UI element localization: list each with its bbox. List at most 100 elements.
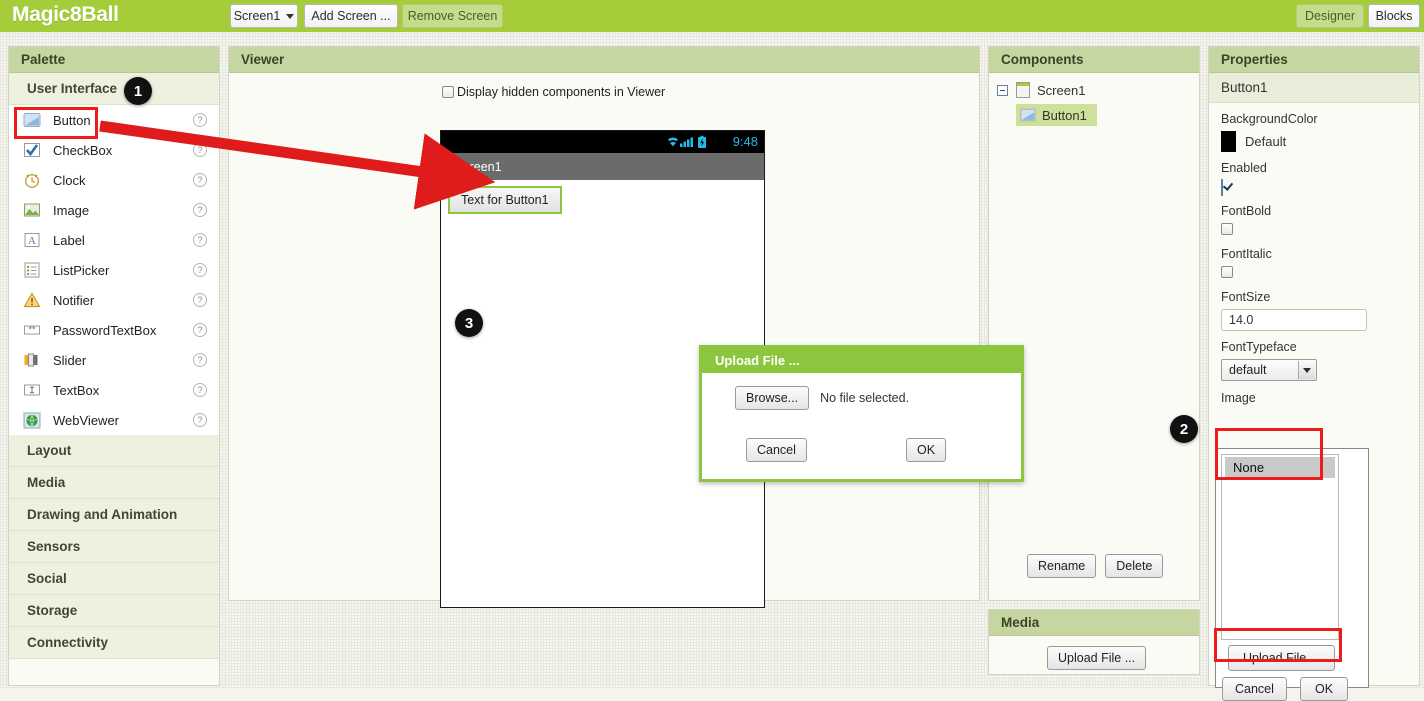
palette-item-label: Button [53, 112, 91, 128]
wifi-icon [668, 137, 678, 147]
palette-category-layout[interactable]: Layout [9, 435, 219, 467]
palette-item-textbox[interactable]: TextBox ? [9, 375, 219, 405]
fontitalic-checkbox[interactable] [1221, 266, 1233, 278]
screen-selector-button[interactable]: Screen1 [230, 4, 298, 28]
file-input-row: Browse... No file selected. [735, 386, 909, 410]
component-action-buttons: Rename Delete [1027, 554, 1164, 578]
components-title: Components [989, 47, 1199, 73]
fonttypeface-value: default [1229, 363, 1267, 377]
help-icon[interactable]: ? [193, 383, 207, 397]
palette-title: Palette [9, 47, 219, 73]
image-option-none[interactable]: None [1225, 457, 1335, 478]
remove-screen-button[interactable]: Remove Screen [402, 4, 503, 28]
blocks-tab-button[interactable]: Blocks [1368, 4, 1420, 28]
viewer-canvas: Display hidden components in Viewer 9:48… [229, 73, 1024, 608]
color-picker-row[interactable]: Default [1221, 131, 1419, 152]
image-option-list[interactable]: None [1221, 454, 1339, 640]
slider-icon [23, 351, 41, 369]
help-icon[interactable]: ? [193, 233, 207, 247]
media-upload-file-button[interactable]: Upload File ... [1047, 646, 1147, 670]
annotation-badge-3: 3 [455, 309, 483, 337]
palette-item-label: ListPicker [53, 262, 110, 278]
palette-item-clock[interactable]: Clock ? [9, 165, 219, 195]
palette-item-image[interactable]: Image ? [9, 195, 219, 225]
image-icon [23, 201, 41, 219]
property-label: Enabled [1221, 161, 1267, 175]
palette-item-label[interactable]: A Label ? [9, 225, 219, 255]
property-image: Image [1209, 381, 1419, 405]
viewer-panel: Viewer Display hidden components in View… [228, 46, 1024, 608]
help-icon[interactable]: ? [193, 173, 207, 187]
phone-status-time: 9:48 [732, 134, 758, 149]
image-picker-ok-button[interactable]: OK [1300, 677, 1349, 701]
palette-category-connectivity[interactable]: Connectivity [9, 627, 219, 659]
upload-dialog-ok-button[interactable]: OK [906, 438, 947, 462]
checkbox-box-icon [442, 86, 454, 98]
property-enabled: Enabled [1209, 152, 1419, 196]
collapse-toggle-icon[interactable] [997, 84, 1008, 96]
browse-button[interactable]: Browse... [735, 386, 810, 410]
image-picker-cancel-button[interactable]: Cancel [1222, 677, 1287, 701]
palette-category-social[interactable]: Social [9, 563, 219, 595]
listpicker-icon [23, 261, 41, 279]
help-icon[interactable]: ? [193, 143, 207, 157]
help-icon[interactable]: ? [193, 293, 207, 307]
palette-item-passwordtextbox[interactable]: ** PasswordTextBox ? [9, 315, 219, 345]
signal-icon [680, 137, 693, 147]
palette-item-webviewer[interactable]: WebViewer ? [9, 405, 219, 435]
designer-tab-button[interactable]: Designer [1296, 4, 1364, 28]
help-icon[interactable]: ? [193, 113, 207, 127]
upload-dialog-title: Upload File ... [702, 348, 1021, 373]
help-icon[interactable]: ? [193, 203, 207, 217]
viewer-title: Viewer [229, 47, 979, 73]
component-tree-row-button1[interactable]: Button1 [989, 101, 1199, 129]
palette-item-slider[interactable]: Slider ? [9, 345, 219, 375]
display-hidden-components-label: Display hidden components in Viewer [457, 85, 666, 99]
media-title: Media [989, 610, 1199, 636]
palette-item-label: Clock [53, 172, 86, 188]
palette-item-listpicker[interactable]: ListPicker ? [9, 255, 219, 285]
upload-dialog-cancel-button[interactable]: Cancel [746, 438, 807, 462]
properties-component-name: Button1 [1209, 73, 1419, 103]
component-tree-label: Button1 [1042, 107, 1087, 123]
color-swatch[interactable] [1221, 131, 1236, 152]
viewer-button1[interactable]: Text for Button1 [448, 186, 562, 214]
file-status-text: No file selected. [820, 391, 910, 405]
clock-icon [23, 171, 41, 189]
rename-button[interactable]: Rename [1027, 554, 1097, 578]
palette-item-button[interactable]: Button ? [9, 105, 219, 135]
phone-status-bar: 9:48 [441, 131, 764, 153]
delete-button[interactable]: Delete [1105, 554, 1164, 578]
fonttypeface-select[interactable]: default [1221, 359, 1317, 381]
image-picker-upload-button[interactable]: Upload File ... [1228, 645, 1336, 671]
palette-panel: Palette User Interface Button ? CheckBox… [8, 46, 220, 686]
help-icon[interactable]: ? [193, 323, 207, 337]
palette-item-checkbox[interactable]: CheckBox ? [9, 135, 219, 165]
component-tree-item-selected[interactable]: Button1 [1016, 104, 1097, 126]
properties-title: Properties [1209, 47, 1419, 73]
help-icon[interactable]: ? [193, 263, 207, 277]
property-fontbold: FontBold [1209, 195, 1419, 238]
component-tree-row-screen1[interactable]: Screen1 [989, 79, 1199, 101]
palette-item-notifier[interactable]: Notifier ? [9, 285, 219, 315]
help-icon[interactable]: ? [193, 353, 207, 367]
webviewer-icon [23, 411, 41, 429]
palette-category-user-interface[interactable]: User Interface [9, 73, 219, 105]
palette-category-media[interactable]: Media [9, 467, 219, 499]
enabled-checkbox[interactable] [1221, 179, 1223, 196]
fontsize-input[interactable]: 14.0 [1221, 309, 1367, 331]
display-hidden-components-checkbox[interactable]: Display hidden components in Viewer [442, 85, 665, 99]
palette-category-sensors[interactable]: Sensors [9, 531, 219, 563]
add-screen-button[interactable]: Add Screen ... [304, 4, 398, 28]
chevron-down-icon[interactable] [1298, 361, 1315, 379]
notifier-icon [23, 291, 41, 309]
chevron-down-icon [286, 13, 295, 19]
palette-category-storage[interactable]: Storage [9, 595, 219, 627]
phone-screen-title: Screen1 [441, 153, 764, 180]
fontbold-checkbox[interactable] [1221, 223, 1233, 235]
palette-item-label: Notifier [53, 292, 95, 308]
property-label: FontItalic [1221, 247, 1272, 261]
help-icon[interactable]: ? [193, 413, 207, 427]
palette-item-label: TextBox [53, 382, 100, 398]
palette-category-drawing-and-animation[interactable]: Drawing and Animation [9, 499, 219, 531]
